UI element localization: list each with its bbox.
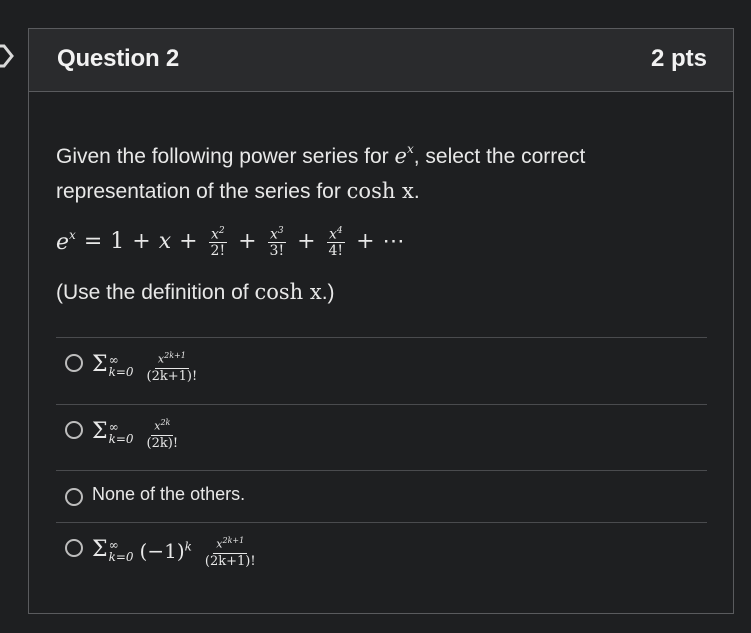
prompt-math-e: ex <box>394 142 414 168</box>
question-marker-icon <box>0 44 14 68</box>
question-body: Given the following power series for ex,… <box>56 91 707 310</box>
question-prompt: Given the following power series for ex,… <box>56 142 586 203</box>
answer-option-1[interactable]: Σ ∞ k=0 x2k+1 (2k+1)! <box>56 337 707 404</box>
prompt-math-cosh: cosh x <box>346 179 414 203</box>
answer-list: Σ ∞ k=0 x2k+1 (2k+1)! Σ ∞ k=0 x2k (2k)! None o… <box>56 337 707 584</box>
answer-math: Σ ∞ k=0 x2k (2k)! <box>92 415 181 452</box>
radio-button[interactable] <box>65 354 83 372</box>
answer-option-2[interactable]: Σ ∞ k=0 x2k (2k)! <box>56 404 707 470</box>
radio-button[interactable] <box>65 488 83 506</box>
power-series-formula: ex = 1 + x + x2 2! + x3 3! + x4 4! + ⋯ <box>56 215 707 267</box>
fraction-x3: x3 3! <box>267 223 287 259</box>
answer-text: None of the others. <box>92 484 246 504</box>
answer-math: Σ ∞ k=0 x2k+1 (2k+1)! <box>92 348 200 385</box>
definition-hint: (Use the definition of cosh x.) <box>56 280 335 304</box>
answer-math: Σ ∞ k=0 (−1)k x2k+1 (2k+1)! <box>92 533 259 570</box>
prompt-line1: Given the following power series for <box>56 145 389 168</box>
question-header: Question 2 2 pts <box>29 29 733 92</box>
question-title: Question 2 <box>57 45 180 72</box>
answer-option-4[interactable]: Σ ∞ k=0 (−1)k x2k+1 (2k+1)! <box>56 522 707 584</box>
fraction-x4: x4 4! <box>326 223 346 259</box>
prompt-line2: representation of the series for <box>56 180 341 203</box>
radio-button[interactable] <box>65 539 83 557</box>
fraction-x2: x2 2! <box>209 223 228 259</box>
answer-option-3[interactable]: None of the others. <box>56 470 707 522</box>
radio-button[interactable] <box>65 421 83 439</box>
question-card: Question 2 2 pts Given the following pow… <box>28 28 734 614</box>
prompt-line1-tail: , select the correct <box>413 145 586 168</box>
question-points: 2 pts <box>650 45 707 72</box>
